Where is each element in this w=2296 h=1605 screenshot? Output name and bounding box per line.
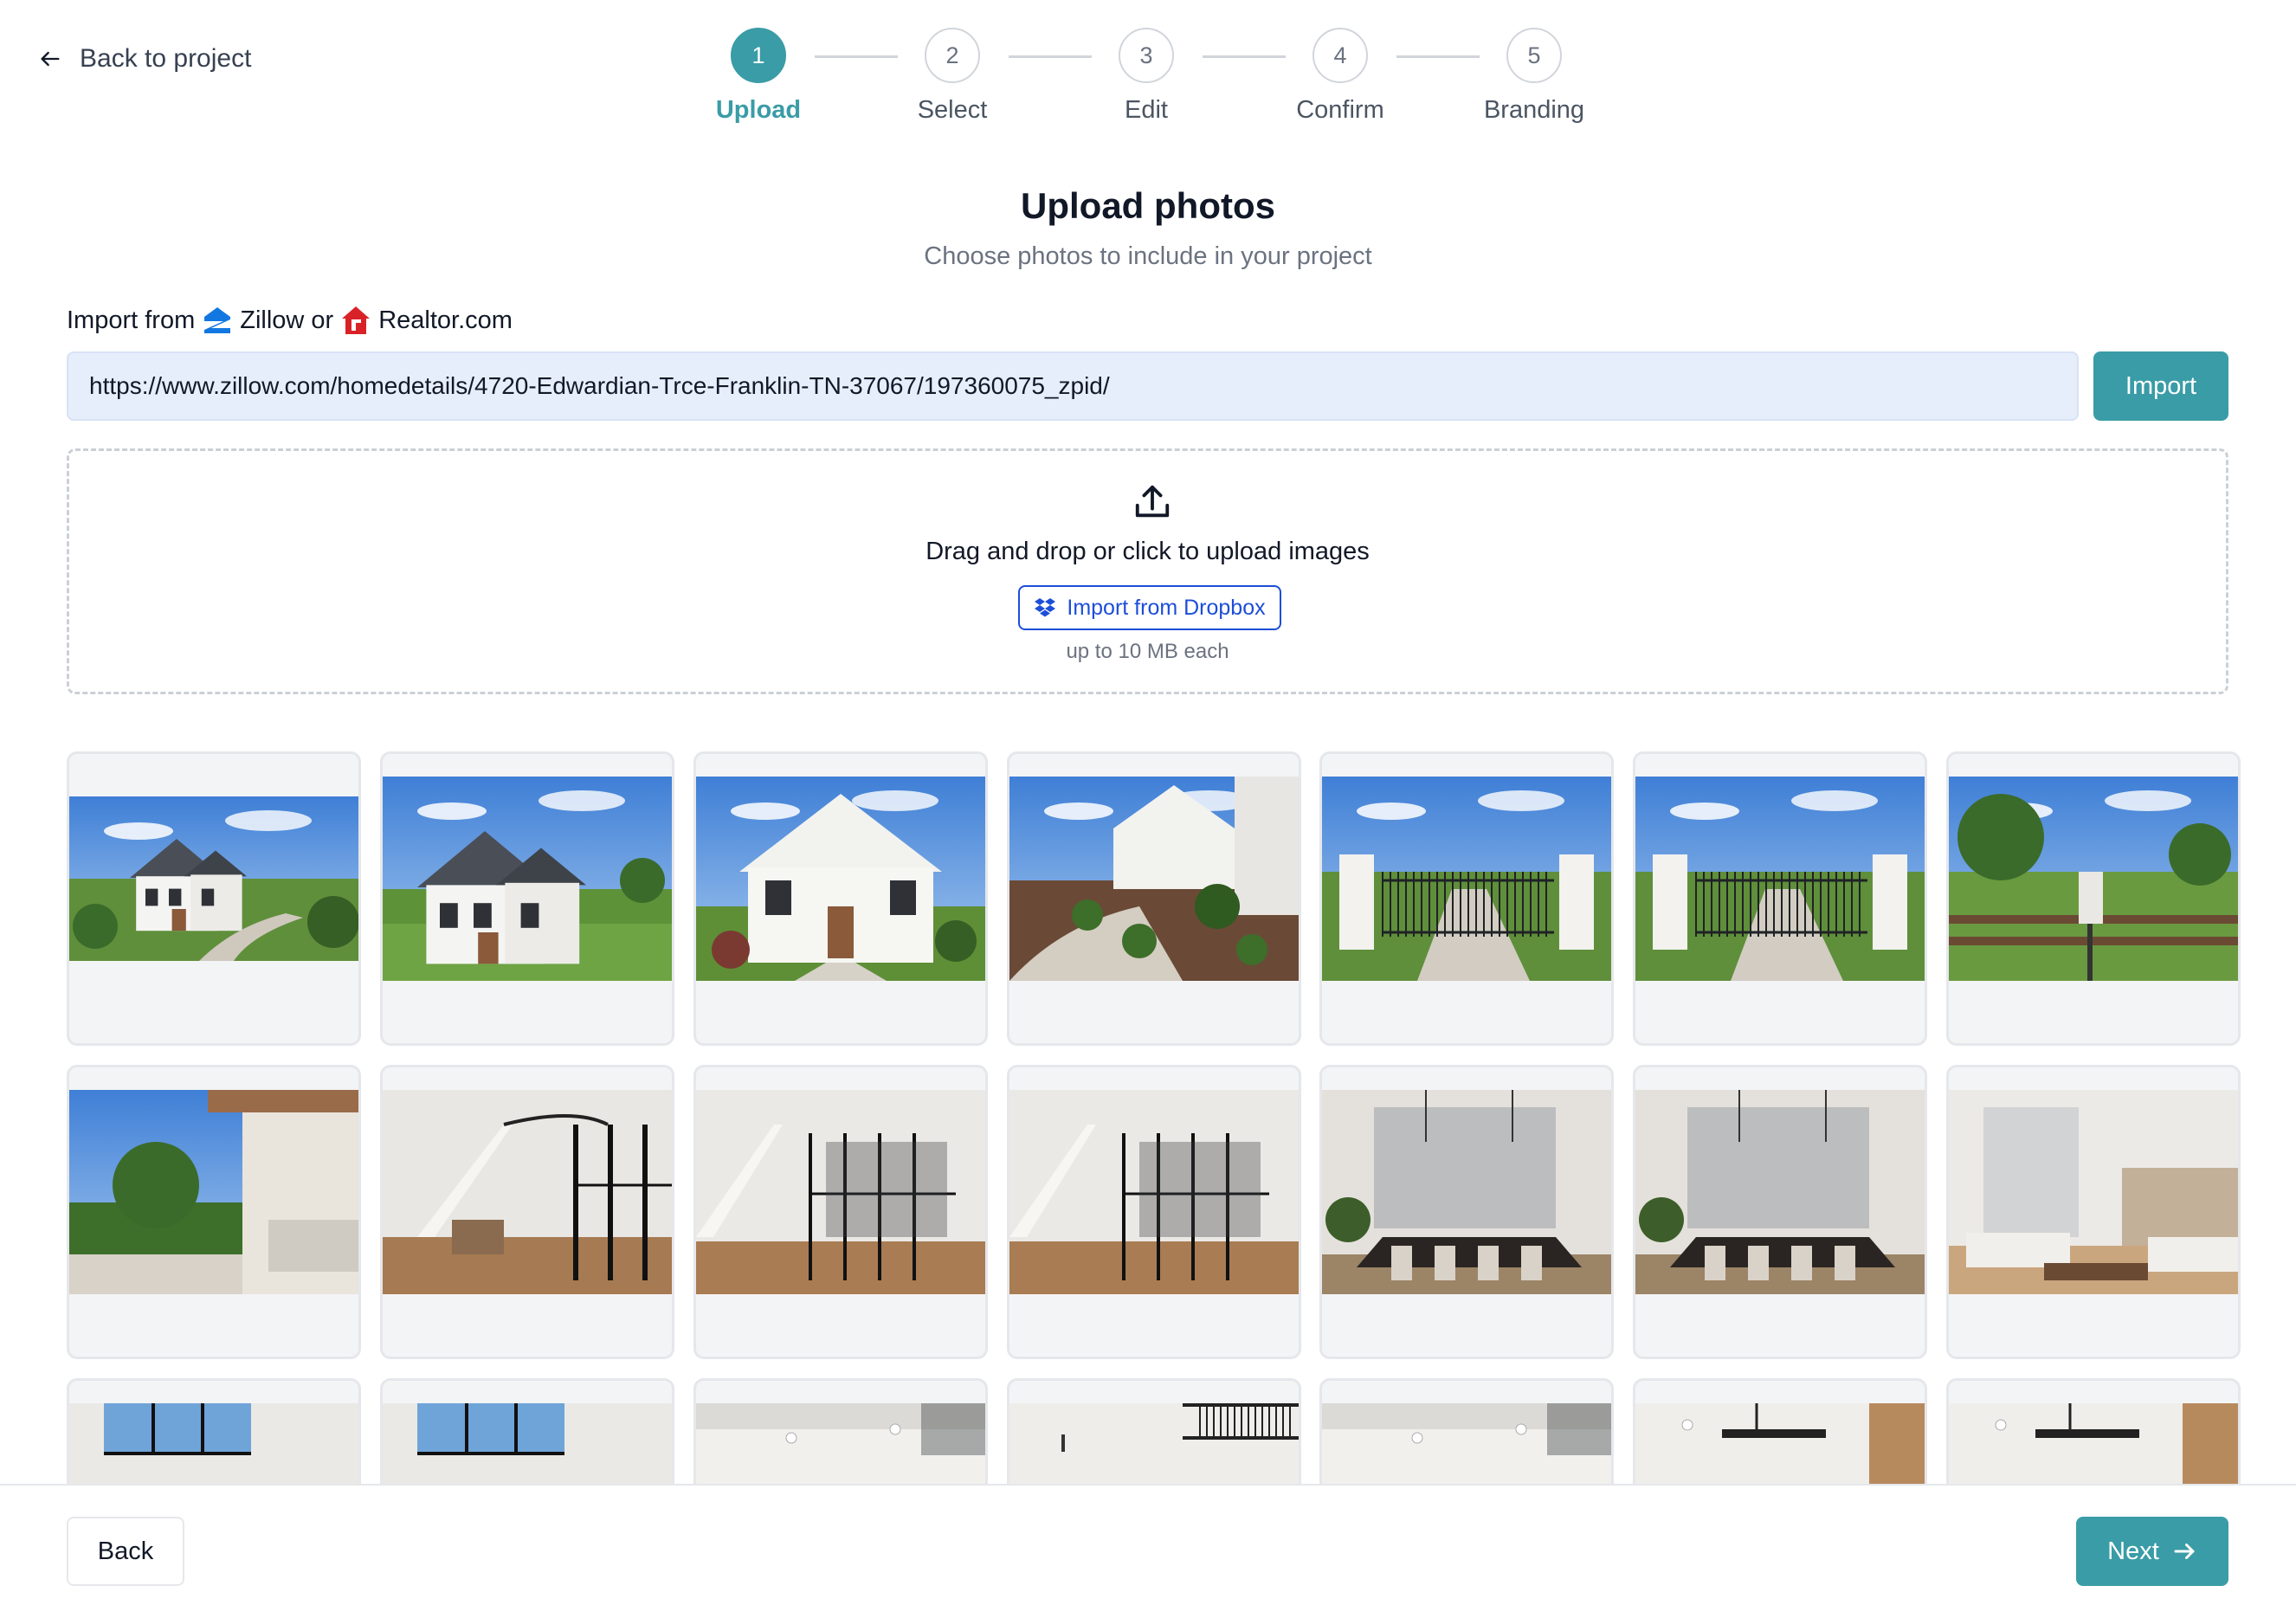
next-label: Next bbox=[2107, 1537, 2159, 1565]
arrow-right-icon bbox=[2174, 1544, 2195, 1559]
photo-tile[interactable] bbox=[1946, 751, 2241, 1046]
footer-bar: Back Next bbox=[0, 1484, 2296, 1605]
back-button[interactable]: Back bbox=[67, 1517, 184, 1586]
photo-thumbnail bbox=[1009, 1090, 1299, 1294]
step-number: 1 bbox=[731, 28, 786, 83]
arrow-left-icon bbox=[41, 51, 60, 67]
page-title: Upload photos bbox=[1021, 185, 1275, 226]
photo-tile[interactable] bbox=[693, 1378, 988, 1484]
photo-thumbnail bbox=[1949, 1090, 2238, 1294]
photo-thumbnail bbox=[69, 1090, 358, 1294]
photo-thumbnail bbox=[696, 1090, 985, 1294]
step-confirm[interactable]: 4 Confirm bbox=[1254, 28, 1427, 125]
step-label: Select bbox=[917, 96, 988, 124]
photo-tile[interactable] bbox=[380, 1065, 674, 1359]
step-label: Branding bbox=[1483, 96, 1585, 124]
dropbox-icon bbox=[1035, 598, 1056, 617]
photo-tile[interactable] bbox=[1633, 1065, 1927, 1359]
photo-thumbnail bbox=[1949, 777, 2238, 981]
photo-tile[interactable] bbox=[1633, 751, 1927, 1046]
photo-thumbnail bbox=[1009, 777, 1299, 981]
photo-thumbnail bbox=[69, 1403, 358, 1484]
photo-thumbnail bbox=[1635, 1090, 1925, 1294]
dropzone-title: Drag and drop or click to upload images bbox=[925, 538, 1370, 565]
zillow-label: Zillow or bbox=[240, 306, 334, 334]
photo-thumbnail bbox=[383, 777, 672, 981]
progress-stepper: 1 Upload 2 Select 3 Edit 4 Confirm 5 Bra… bbox=[706, 28, 1590, 132]
back-to-project-link[interactable]: Back to project bbox=[38, 40, 251, 78]
photo-tile[interactable] bbox=[67, 751, 361, 1046]
next-button[interactable]: Next bbox=[2076, 1517, 2228, 1586]
import-prefix: Import from bbox=[67, 306, 196, 334]
photo-thumbnail bbox=[696, 777, 985, 981]
step-label: Edit bbox=[1125, 96, 1168, 124]
photo-thumbnail bbox=[1009, 1403, 1299, 1484]
import-button[interactable]: Import bbox=[2093, 351, 2228, 421]
step-edit[interactable]: 3 Edit bbox=[1060, 28, 1233, 125]
photo-tile[interactable] bbox=[1319, 1378, 1614, 1484]
photo-tile[interactable] bbox=[1007, 1065, 1301, 1359]
photo-tile[interactable] bbox=[1633, 1378, 1927, 1484]
step-number: 4 bbox=[1312, 28, 1368, 83]
photo-grid bbox=[0, 744, 2296, 1484]
photo-tile[interactable] bbox=[1007, 751, 1301, 1046]
photo-tile[interactable] bbox=[693, 1065, 988, 1359]
zillow-logo-icon bbox=[204, 307, 231, 333]
upload-icon bbox=[1135, 485, 1170, 518]
photo-tile[interactable] bbox=[1946, 1065, 2241, 1359]
step-branding[interactable]: 5 Branding bbox=[1448, 28, 1621, 125]
photo-tile[interactable] bbox=[380, 751, 674, 1046]
photo-thumbnail bbox=[1322, 1090, 1611, 1294]
photo-thumbnail bbox=[1635, 777, 1925, 981]
step-number: 2 bbox=[925, 28, 980, 83]
photo-thumbnail bbox=[1949, 1403, 2238, 1484]
photo-thumbnail bbox=[1322, 777, 1611, 981]
upload-dropzone[interactable]: Drag and drop or click to upload images … bbox=[67, 448, 2228, 694]
photo-thumbnail bbox=[1635, 1403, 1925, 1484]
step-label: Confirm bbox=[1296, 96, 1384, 124]
step-number: 5 bbox=[1506, 28, 1562, 83]
photo-thumbnail bbox=[383, 1403, 672, 1484]
listing-url-input[interactable] bbox=[67, 351, 2079, 421]
import-from-dropbox-button[interactable]: Import from Dropbox bbox=[1018, 585, 1281, 630]
back-to-project-label: Back to project bbox=[80, 44, 252, 73]
step-upload[interactable]: 1 Upload bbox=[672, 28, 845, 125]
photo-tile[interactable] bbox=[693, 751, 988, 1046]
photo-tile[interactable] bbox=[1319, 751, 1614, 1046]
photo-tile[interactable] bbox=[1946, 1378, 2241, 1484]
step-select[interactable]: 2 Select bbox=[866, 28, 1039, 125]
photo-thumbnail bbox=[1322, 1403, 1611, 1484]
realtor-label: Realtor.com bbox=[378, 306, 513, 334]
photo-thumbnail bbox=[383, 1090, 672, 1294]
dropbox-label: Import from Dropbox bbox=[1067, 595, 1266, 620]
step-number: 3 bbox=[1119, 28, 1174, 83]
file-size-hint: up to 10 MB each bbox=[1066, 640, 1229, 663]
realtor-logo-icon bbox=[342, 306, 371, 334]
photo-thumbnail bbox=[69, 796, 358, 961]
photo-thumbnail bbox=[696, 1403, 985, 1484]
photo-tile[interactable] bbox=[67, 1378, 361, 1484]
photo-tile[interactable] bbox=[1319, 1065, 1614, 1359]
step-label: Upload bbox=[715, 96, 802, 124]
page-subtitle: Choose photos to include in your project bbox=[924, 242, 1372, 270]
photo-tile[interactable] bbox=[380, 1378, 674, 1484]
photo-tile[interactable] bbox=[67, 1065, 361, 1359]
import-source-label: Import from Zillow or Realtor.com bbox=[67, 301, 513, 339]
photo-tile[interactable] bbox=[1007, 1378, 1301, 1484]
